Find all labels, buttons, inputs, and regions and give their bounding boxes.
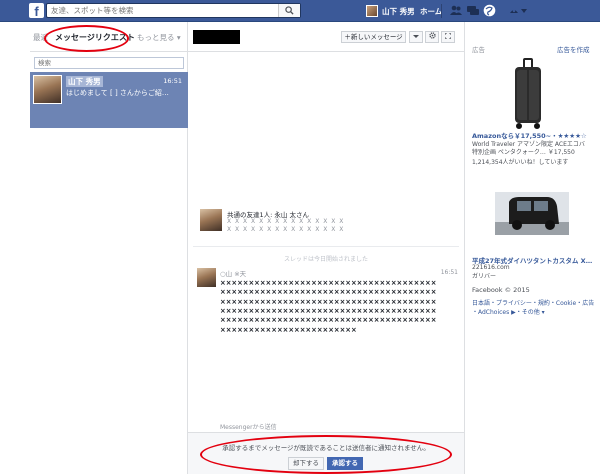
new-message-button[interactable]: ＋新しいメッセージ [341,31,406,43]
conversation-search-input[interactable] [35,58,175,68]
ad2-advertiser: ガリバー [472,273,497,280]
thread-actions-button[interactable] [409,31,423,43]
tab-more-dropdown[interactable]: もっと見る ▾ [137,32,181,43]
privacy-icon[interactable] [508,5,520,16]
topbar-divider [441,4,442,18]
footer-copyright: Facebook © 2015 [472,286,530,294]
global-search-box[interactable] [46,3,301,18]
inbox-tabs: 最近 メッセージリクエスト もっと見る ▾ [30,22,188,52]
sender-avatar[interactable] [197,268,216,287]
footer-links[interactable]: 日本語・プライバシー・規約・Cookie・広告 [472,298,594,307]
thread-start-note: スレッドは今日開始されました [283,256,368,263]
create-ad-link[interactable]: 広告を作成 [557,44,590,54]
conversation-name: 山下 秀男 [66,76,103,87]
thread-header: ＋新しいメッセージ [188,22,464,52]
ads-sidebar: 広告 広告を作成 Amazonなら￥17,550~・★★★★☆ World Tr… [464,22,600,474]
divider [193,246,459,247]
facebook-logo-icon[interactable]: f [29,3,44,19]
search-button[interactable] [278,4,300,17]
sent-via-messenger: Messengerから送信 [220,424,277,431]
redacted-name-block [193,30,240,44]
gear-icon [428,32,436,39]
profile-name: 山下 秀男 [382,6,415,16]
suitcase-ad-image[interactable] [509,58,547,131]
footer-links[interactable]: ・AdChoices ▶・その他 ▾ [472,307,545,316]
conversation-time: 16:51 [163,77,182,85]
message-thread-panel: ＋新しいメッセージ 共通の友達1人: 永山 太さん X X X X X X X … [188,22,464,474]
message-time: 16:51 [440,269,458,276]
global-search-input[interactable] [47,4,272,17]
conversation-snippet: はじめまして [ ] さんからご紹… [66,89,169,97]
ads-header: 広告 [472,46,485,54]
friend-requests-icon[interactable] [450,5,462,16]
messages-icon[interactable] [467,5,479,16]
annotation-circle [44,25,129,52]
settings-arrow-icon[interactable] [521,5,527,16]
ad2-domain: 221616.com [472,264,510,271]
ad1-price: 特別企画 ペンタクォーク… ￥17,550 [472,149,575,156]
chevron-down-icon [413,35,419,38]
mutual-info-line: X X X X X X X X X X X X X X X [227,226,345,233]
conversation-item-selected[interactable]: 山下 秀男 16:51 はじめまして [ ] さんからご紹… [30,72,188,128]
conversation-search-box[interactable] [34,57,184,69]
conversation-avatar [33,75,62,104]
mutual-info-line: X X X X X X X X X X X X X X X [227,218,345,225]
mutual-friend-avatar [200,209,222,231]
message-body: ××××××××××××××××××××××××××××××××××××××××… [220,279,437,334]
conversation-list-panel: 最近 メッセージリクエスト もっと見る ▾ 山下 秀男 16:51 はじめまして… [30,22,188,474]
profile-link[interactable]: 山下 秀男 [366,4,415,18]
expand-button[interactable] [441,31,455,43]
expand-icon [444,32,452,40]
home-link[interactable]: ホーム [420,6,442,17]
top-navigation-bar: f 山下 秀男 ホーム [0,0,600,22]
car-ad-image[interactable] [495,192,569,235]
notifications-icon[interactable] [483,4,496,17]
search-icon [285,6,294,15]
annotation-circle [200,435,452,474]
sender-name[interactable]: ○山 ※天 [220,268,246,278]
user-avatar [366,5,378,17]
ad1-likes: 1,214,354人がいいね！しています [472,159,569,166]
settings-button[interactable] [425,31,439,43]
